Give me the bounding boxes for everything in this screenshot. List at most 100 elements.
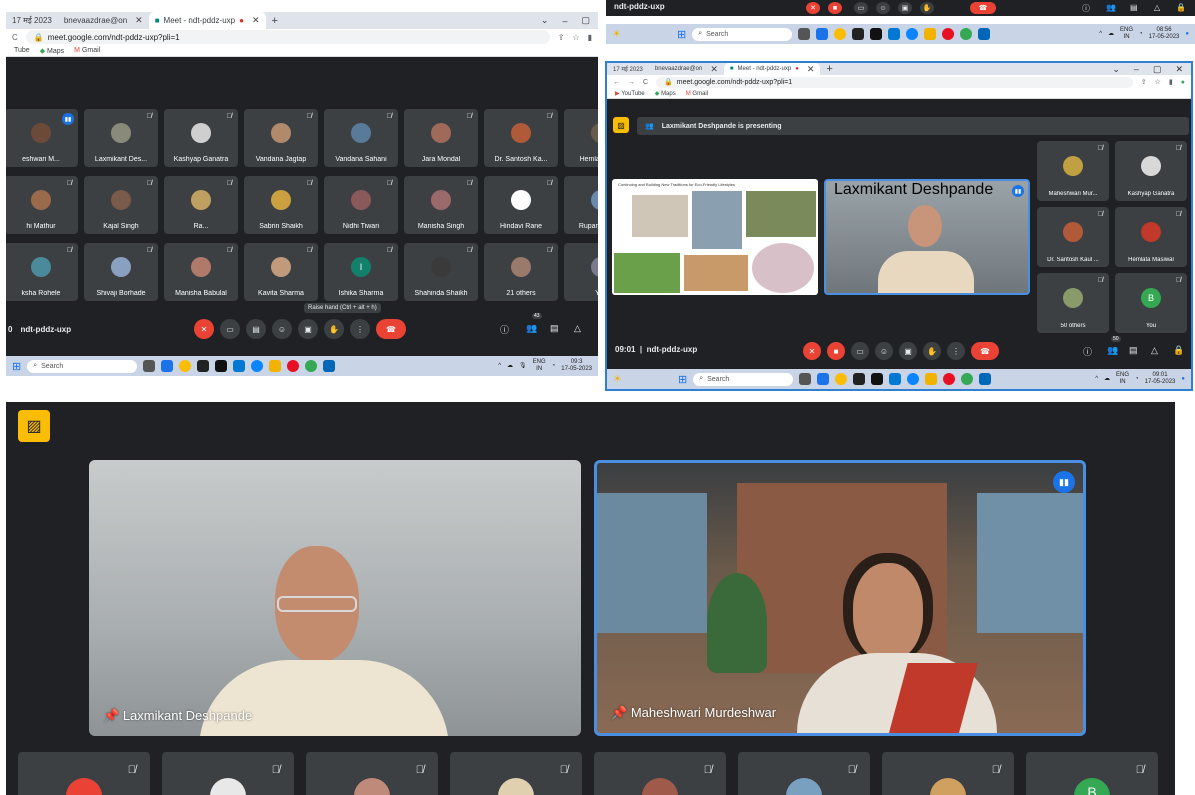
store-icon[interactable] [323, 360, 336, 372]
raise-hand-button[interactable]: ✋ [923, 342, 941, 360]
participant-tile[interactable]: B 🎙̸ You [1115, 273, 1187, 333]
wifi-icon[interactable]: ◔ [1135, 376, 1139, 383]
language-indicator[interactable]: ENG IN [1116, 372, 1129, 385]
present-button[interactable]: ▣ [899, 342, 917, 360]
weather-icon[interactable]: ☀ [613, 374, 622, 385]
participant-tile[interactable]: 🎙̸ Dr. Santosh Kaul ... [1037, 207, 1109, 267]
chevron-up-icon[interactable]: ^ [498, 363, 501, 370]
close-icon[interactable]: ✕ [252, 15, 260, 26]
camera-off-button[interactable]: ■ [828, 2, 842, 14]
mic-off-button[interactable]: ✕ [806, 2, 820, 14]
new-tab-icon[interactable]: + [266, 12, 284, 29]
chrome-icon[interactable] [835, 373, 848, 385]
share-icon[interactable]: ⇪ [558, 33, 565, 42]
url-field[interactable]: 🔒 meet.google.com/ndt-pddz-uxp?pli=1 [25, 30, 550, 44]
profile-icon[interactable]: ● [1181, 79, 1185, 86]
bookmark-maps[interactable]: ◆ Maps [40, 47, 64, 55]
clock[interactable]: 08:56 17-05-2023 [1149, 27, 1180, 40]
minimize-icon[interactable]: – [562, 16, 567, 26]
activities-icon[interactable]: △ [1154, 3, 1160, 12]
bookmark-gmail[interactable]: M Gmail [686, 91, 708, 97]
raise-hand-button[interactable]: ✋ [920, 2, 934, 14]
browser-tab[interactable]: 17 मई 2023 [607, 63, 649, 75]
participant-tile[interactable]: 🎙̸ [882, 752, 1014, 795]
emoji-button[interactable]: ☺ [272, 319, 292, 339]
clock[interactable]: 09:01 17-05-2023 [1145, 372, 1176, 385]
participant-tile[interactable]: 🎙̸ Laxmikant Des... [84, 109, 158, 167]
amazon-icon[interactable] [870, 28, 883, 40]
taskbar-search[interactable]: ⌕ Search [693, 372, 794, 386]
participant-tile[interactable]: 🎙̸ Ra... [164, 176, 238, 234]
participant-tile[interactable]: 🎙̸ Kavita Sharma [244, 243, 318, 301]
participant-tile[interactable]: 🎙̸Rupam. Singh [564, 176, 598, 234]
people-icon[interactable]: 👥 [1106, 3, 1116, 12]
share-icon[interactable]: ⇪ [1141, 78, 1147, 86]
file-explorer-icon[interactable] [269, 360, 282, 372]
app-icon[interactable] [853, 373, 866, 385]
notification-icon[interactable]: ● [1185, 31, 1189, 38]
participant-tile[interactable]: ▮▮ eshwari M... [6, 109, 78, 167]
participant-tile[interactable]: 🎙̸ [306, 752, 438, 795]
windows-start-icon[interactable]: ⊞ [677, 28, 686, 41]
sidebar-icon[interactable]: ▮ [1169, 78, 1173, 86]
wifi-icon[interactable]: ◔ [552, 363, 556, 370]
edge-icon[interactable] [907, 373, 920, 385]
pin-icon[interactable]: 📌 [611, 705, 627, 720]
app-icon[interactable] [852, 28, 865, 40]
chat-icon[interactable]: ▤ [1130, 3, 1138, 12]
sidebar-icon[interactable]: ▮ [588, 33, 592, 42]
participant-tile[interactable]: 🎙̸You [564, 243, 598, 301]
taskbar-search[interactable]: ⌕ Search [692, 27, 793, 41]
maximize-icon[interactable]: ▢ [1153, 64, 1162, 75]
wifi-icon[interactable]: ◔ [1139, 31, 1143, 38]
participant-tile[interactable]: 🎙̸ 50 others [1037, 273, 1109, 333]
chevron-up-icon[interactable]: ^ [1099, 31, 1102, 38]
reload-icon[interactable]: C [643, 79, 648, 86]
cloud-icon[interactable]: ☁ [1104, 376, 1110, 383]
chrome-app-icon[interactable] [960, 28, 973, 40]
participant-tile[interactable]: 🎙̸ ksha Rohele [6, 243, 78, 301]
participant-tile[interactable]: 🎙̸ 21 others [484, 243, 558, 301]
raise-hand-button[interactable]: ✋ [324, 319, 344, 339]
close-icon[interactable]: ✕ [710, 64, 718, 75]
chrome-app-icon[interactable] [305, 360, 318, 372]
minimize-icon[interactable]: – [1134, 64, 1139, 74]
taskview-icon[interactable] [143, 360, 156, 372]
opera-icon[interactable] [943, 373, 956, 385]
participant-tile[interactable]: 🎙̸ Hindavi Rane [484, 176, 558, 234]
more-options-button[interactable]: ⋮ [947, 342, 965, 360]
cloud-icon[interactable]: ☁ [1108, 31, 1114, 38]
participant-tile[interactable]: 🎙̸ [594, 752, 726, 795]
mail-icon[interactable] [888, 28, 901, 40]
mail-icon[interactable] [233, 360, 246, 372]
participant-tile[interactable]: I 🎙̸ Ishika Sharma [324, 243, 398, 301]
participant-tile[interactable]: 🎙̸ hi Mathur [6, 176, 78, 234]
participant-tile[interactable]: 🎙̸ Kashyap Ganatra [1115, 141, 1187, 201]
participant-tile[interactable]: 🎙̸ Shivaji Borhade [84, 243, 158, 301]
lock-icon[interactable]: 🔒 [1173, 345, 1184, 356]
close-icon[interactable]: ✕ [807, 64, 815, 75]
captions-button[interactable]: ▭ [854, 2, 868, 14]
chrome-icon[interactable] [179, 360, 192, 372]
star-icon[interactable]: ☆ [572, 33, 579, 42]
chevron-down-icon[interactable]: ⌄ [541, 15, 549, 26]
zoom-icon[interactable] [161, 360, 174, 372]
participant-tile[interactable]: 🎙̸ Manisha Babulal [164, 243, 238, 301]
file-explorer-icon[interactable] [924, 28, 937, 40]
store-icon[interactable] [979, 373, 992, 385]
emoji-button[interactable]: ☺ [875, 342, 893, 360]
amazon-icon[interactable] [871, 373, 884, 385]
pin-icon[interactable]: 📌 [103, 708, 119, 723]
captions-button[interactable]: ▤ [246, 319, 266, 339]
participant-tile[interactable]: 🎙̸ Manisha Singh [404, 176, 478, 234]
participant-tile[interactable]: B 🎙̸ [1026, 752, 1158, 795]
url-field[interactable]: 🔒 meet.google.com/ndt-pddz-uxp?pli=1 [656, 76, 1133, 88]
windows-start-icon[interactable]: ⊞ [678, 373, 687, 386]
leave-call-button[interactable]: ☎ [376, 319, 406, 339]
language-indicator[interactable]: ENG IN [1120, 27, 1133, 40]
browser-tab-active[interactable]: ■ Meet - ndt-pddz-uxp ● ✕ [148, 12, 266, 29]
participant-tile[interactable]: 🎙̸ Vandana Sahani [324, 109, 398, 167]
mic-tray-icon[interactable]: 🎙 [519, 363, 527, 370]
people-icon[interactable]: 👥 [1107, 345, 1118, 356]
participant-tile[interactable]: 🎙̸ Vandana Jagtap [244, 109, 318, 167]
